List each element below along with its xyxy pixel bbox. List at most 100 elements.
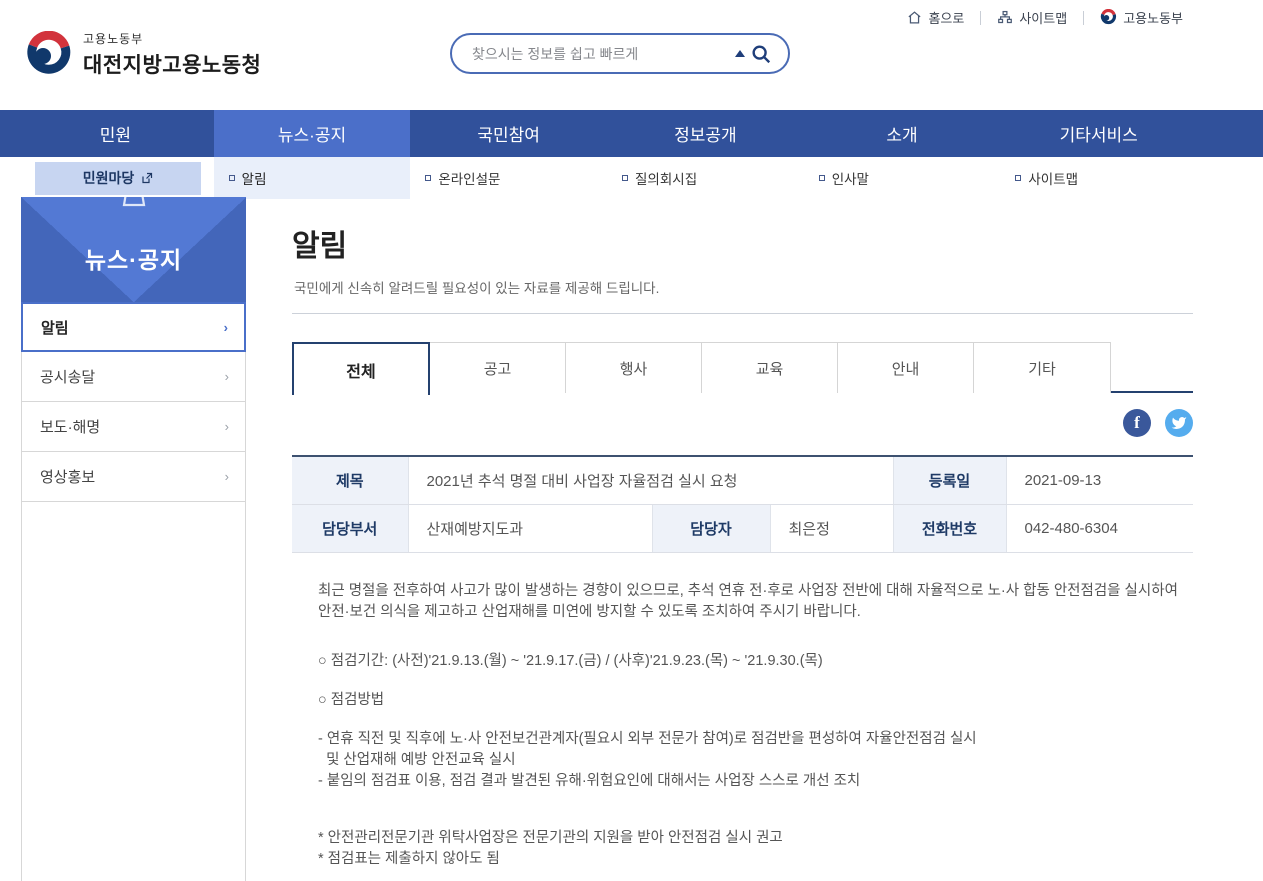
site-logo[interactable]: 고용노동부 대전지방고용노동청: [25, 30, 261, 79]
title-value: 2021년 추석 명절 대비 사업장 자율점검 실시 요청: [408, 456, 893, 504]
nav-other-services[interactable]: 기타서비스: [1000, 110, 1197, 157]
sidebar-item-label: 영상홍보: [40, 466, 95, 487]
phone-value: 042-480-6304: [1006, 504, 1193, 552]
subnav-qna-label: 질의회시집: [635, 168, 697, 188]
ministry-link[interactable]: 고용노동부: [1100, 8, 1183, 27]
nav-participation[interactable]: 국민참여: [410, 110, 607, 157]
body-paragraph: 최근 명절을 전후하여 사고가 많이 발생하는 경향이 있으므로, 추석 연휴 …: [318, 581, 1178, 623]
body-paragraph: - 연휴 직전 및 직후에 노·사 안전보건관계자(필요시 외부 전문가 참여)…: [318, 729, 1178, 792]
chevron-right-icon: ›: [224, 320, 228, 335]
tab-etc[interactable]: 기타: [974, 342, 1111, 393]
logo-office: 대전지방고용노동청: [83, 49, 261, 79]
tab-guide[interactable]: 안내: [838, 342, 974, 393]
facebook-share-button[interactable]: f: [1123, 409, 1151, 437]
sidebar-title: 뉴스·공지: [21, 241, 246, 275]
person-value: 최은정: [770, 504, 893, 552]
post-detail-table: 제목 2021년 추석 명절 대비 사업장 자율점검 실시 요청 등록일 202…: [292, 455, 1193, 553]
sidebar-item-label: 보도·해명: [40, 416, 100, 437]
chevron-right-icon: ›: [225, 369, 229, 384]
table-row: 제목 2021년 추석 명절 대비 사업장 자율점검 실시 요청 등록일 202…: [292, 456, 1193, 504]
subnav-col-disclosure: 질의회시집: [607, 157, 804, 199]
minwon-madang-label: 민원마당: [83, 168, 135, 188]
twitter-share-button[interactable]: [1165, 409, 1193, 437]
tab-education[interactable]: 교육: [702, 342, 838, 393]
sidebar-item-video-pr[interactable]: 영상홍보 ›: [21, 452, 246, 502]
tab-announcement[interactable]: 공고: [430, 342, 566, 393]
post-body: 최근 명절을 전후하여 사고가 많이 발생하는 경향이 있으므로, 추석 연휴 …: [318, 581, 1178, 870]
subnav-item-greeting[interactable]: 인사말: [804, 168, 869, 188]
search-icon[interactable]: [750, 43, 772, 65]
sidebar-item-public-notice[interactable]: 공시송달 ›: [21, 352, 246, 402]
page: 홈으로 사이트맵 고용노동부 고용노동부 대전지방고용노동청 민원 뉴스·공지 …: [0, 0, 1263, 881]
divider: [292, 313, 1193, 314]
logo-ministry: 고용노동부: [83, 30, 261, 47]
nav-about[interactable]: 소개: [804, 110, 1001, 157]
chevron-right-icon: ›: [225, 419, 229, 434]
ministry-label: 고용노동부: [1123, 8, 1183, 27]
facebook-icon: f: [1134, 413, 1140, 433]
sidebar-empty-panel: [21, 502, 246, 881]
square-bullet-icon: [622, 175, 628, 181]
sidebar: 뉴스·공지 알림 › 공시송달 › 보도·해명 › 영상홍보 ›: [21, 197, 246, 881]
sidebar-item-label: 알림: [41, 317, 69, 338]
search-input[interactable]: [472, 46, 735, 62]
twitter-icon: [1171, 415, 1187, 431]
sidebar-header: 뉴스·공지: [21, 197, 246, 302]
minwon-madang-link[interactable]: 민원마당: [35, 162, 201, 195]
subnav-item-alert[interactable]: 알림: [214, 168, 267, 188]
date-value: 2021-09-13: [1006, 456, 1193, 504]
dept-header: 담당부서: [292, 504, 408, 552]
main-nav: 민원 뉴스·공지 국민참여 정보공개 소개 기타서비스: [0, 110, 1263, 157]
dept-value: 산재예방지도과: [408, 504, 652, 552]
divider: [1083, 11, 1084, 25]
logo-text: 고용노동부 대전지방고용노동청: [83, 30, 261, 79]
person-header: 담당자: [652, 504, 770, 552]
page-subtitle: 국민에게 신속히 알려드릴 필요성이 있는 자료를 제공해 드립니다.: [294, 277, 659, 297]
subnav-col-etc: 사이트맵: [1000, 157, 1197, 199]
tab-all[interactable]: 전체: [292, 342, 430, 395]
social-share: f: [1123, 409, 1193, 437]
nav-minwon[interactable]: 민원: [17, 110, 214, 157]
nav-news-notice[interactable]: 뉴스·공지: [214, 110, 411, 157]
home-link[interactable]: 홈으로: [907, 8, 964, 27]
search-box: [450, 33, 790, 74]
sitemap-label: 사이트맵: [1019, 8, 1067, 27]
subnav-item-qna[interactable]: 질의회시집: [607, 168, 697, 188]
sitemap-icon: [997, 10, 1013, 25]
square-bullet-icon: [425, 175, 431, 181]
subnav-col-about: 인사말: [804, 157, 1001, 199]
sidebar-item-alert[interactable]: 알림 ›: [21, 302, 246, 352]
subnav-col-news: 알림: [214, 157, 411, 199]
subnav-greeting-label: 인사말: [832, 168, 869, 188]
sub-nav: 민원마당 알림 온라인설문 질의회시집: [0, 157, 1263, 199]
table-row: 담당부서 산재예방지도과 담당자 최은정 전화번호 042-480-6304: [292, 504, 1193, 552]
page-title: 알림: [292, 221, 347, 265]
square-bullet-icon: [1015, 175, 1021, 181]
divider: [980, 11, 981, 25]
body-paragraph: * 안전관리전문기관 위탁사업장은 전문기관의 지원을 받아 안전점검 실시 권…: [318, 828, 1178, 870]
date-header: 등록일: [893, 456, 1006, 504]
sitemap-link[interactable]: 사이트맵: [997, 8, 1067, 27]
subnav-col-minwon: 민원마당: [17, 157, 214, 199]
utility-bar: 홈으로 사이트맵 고용노동부: [907, 8, 1183, 27]
subnav-item-sitemap[interactable]: 사이트맵: [1000, 168, 1078, 188]
subnav-col-participation: 온라인설문: [410, 157, 607, 199]
nav-info-disclosure[interactable]: 정보공개: [607, 110, 804, 157]
chevron-right-icon: ›: [225, 469, 229, 484]
subnav-item-survey[interactable]: 온라인설문: [410, 168, 500, 188]
tab-event[interactable]: 행사: [566, 342, 702, 393]
external-link-icon: [141, 172, 153, 184]
sidebar-item-press[interactable]: 보도·해명 ›: [21, 402, 246, 452]
square-bullet-icon: [229, 175, 235, 181]
phone-header: 전화번호: [893, 504, 1006, 552]
home-icon: [907, 10, 922, 25]
megaphone-icon: [114, 197, 154, 219]
search-expand-triangle-icon[interactable]: [735, 50, 745, 57]
square-bullet-icon: [819, 175, 825, 181]
sidebar-item-label: 공시송달: [40, 366, 95, 387]
body-paragraph: ○ 점검방법: [318, 690, 1178, 711]
title-header: 제목: [292, 456, 408, 504]
subnav-alert-label: 알림: [242, 168, 267, 188]
subnav-sitemap-label: 사이트맵: [1028, 168, 1078, 188]
main-content: 알림 국민에게 신속히 알려드릴 필요성이 있는 자료를 제공해 드립니다. 전…: [292, 197, 1193, 881]
